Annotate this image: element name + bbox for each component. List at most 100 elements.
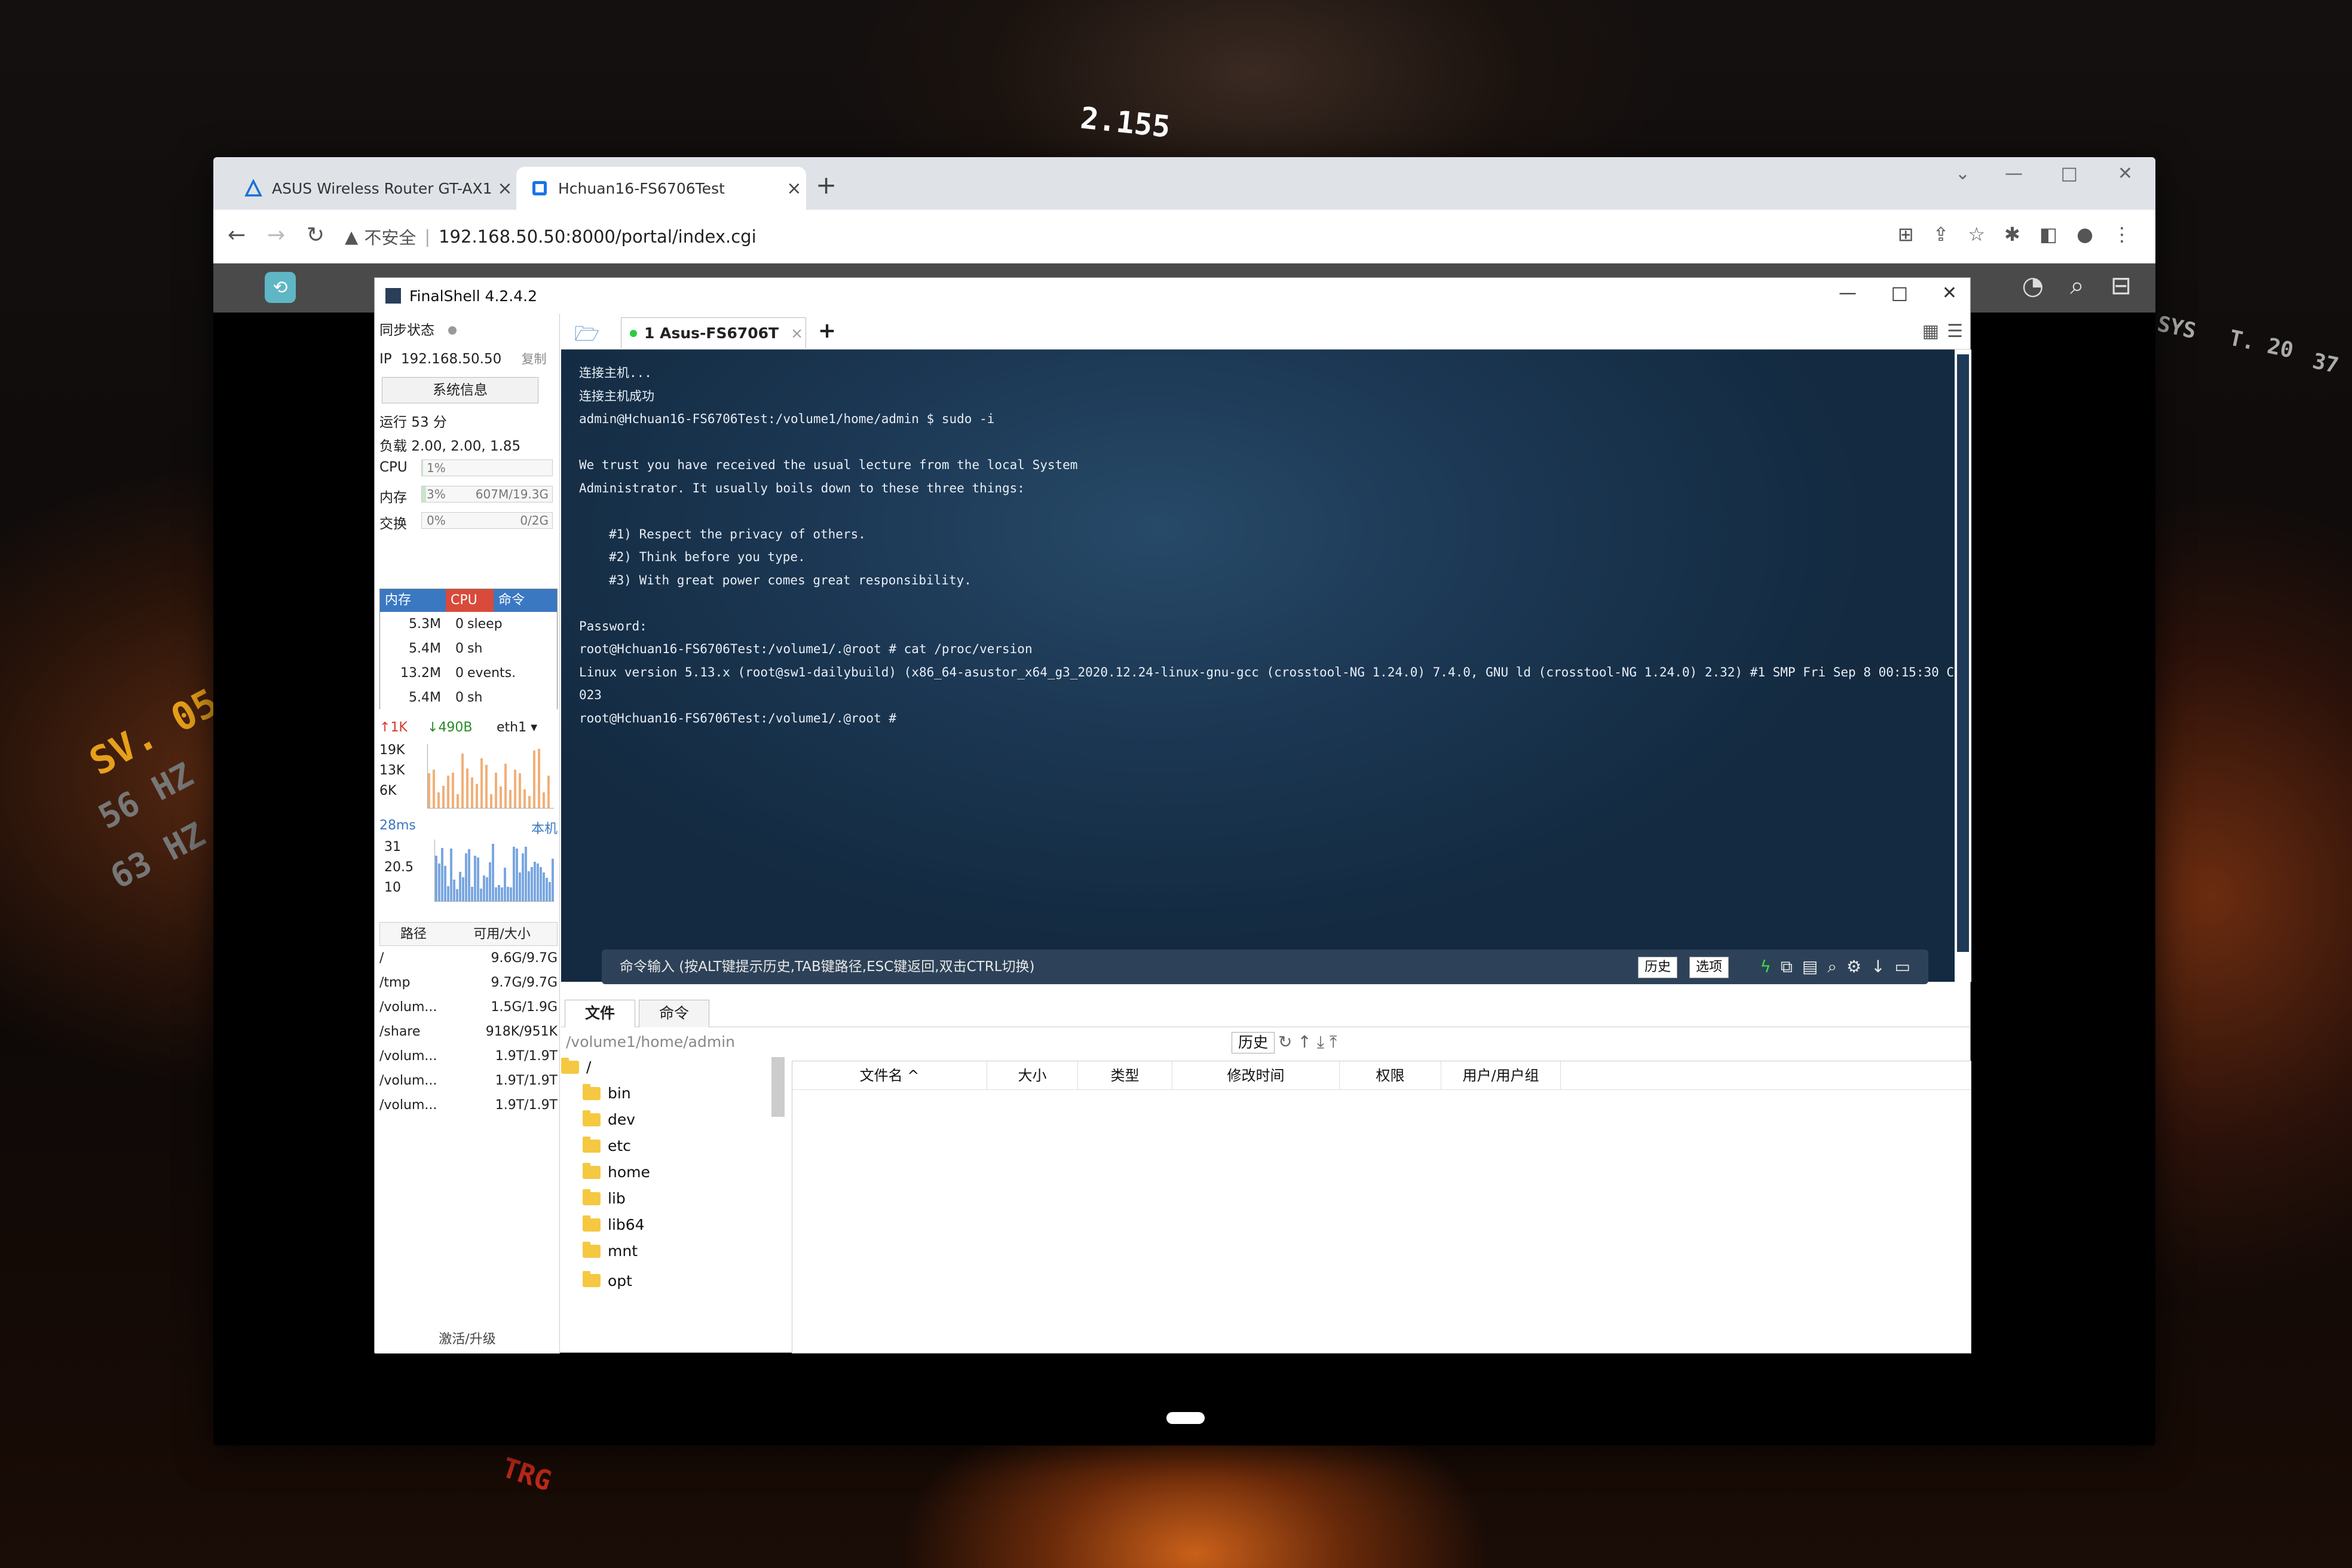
- upload-icon[interactable]: ⤒: [1330, 1032, 1337, 1052]
- history-button[interactable]: 历史: [1637, 957, 1677, 978]
- finalshell-titlebar: FinalShell 4.2.4.2 — □ ✕: [375, 278, 1970, 314]
- close-button[interactable]: ✕: [1942, 283, 1957, 304]
- tree-node[interactable]: dev: [583, 1110, 635, 1128]
- col-mem[interactable]: 内存: [380, 589, 446, 612]
- share-icon[interactable]: ⇪: [1933, 223, 1949, 246]
- tree-node[interactable]: etc: [583, 1136, 631, 1154]
- profile-avatar-icon[interactable]: ●: [2077, 223, 2093, 246]
- col-filename[interactable]: 文件名 ^: [792, 1061, 987, 1089]
- col-owner[interactable]: 用户/用户组: [1441, 1061, 1561, 1089]
- tree-node[interactable]: lib: [583, 1189, 626, 1207]
- col-type[interactable]: 类型: [1078, 1061, 1172, 1089]
- col-path[interactable]: 路径: [380, 923, 447, 945]
- back-icon[interactable]: ←: [228, 223, 246, 247]
- tree-node[interactable]: home: [583, 1162, 650, 1181]
- terminal-output[interactable]: 连接主机... 连接主机成功 admin@Hchuan16-FS6706Test:/…: [561, 350, 1955, 982]
- col-modified[interactable]: 修改时间: [1172, 1061, 1340, 1089]
- grid-view-icon[interactable]: ▦: [1922, 321, 1939, 342]
- paste-icon[interactable]: ▤: [1802, 950, 1818, 984]
- search-icon[interactable]: ⌕: [1827, 950, 1837, 984]
- table-row[interactable]: 5.4M 0 sh: [380, 685, 557, 710]
- col-size[interactable]: 可用/大小: [447, 923, 557, 945]
- up-dir-icon[interactable]: ↑: [1297, 1032, 1311, 1052]
- tab-asus-router[interactable]: ASUS Wireless Router GT-AX1 ×: [230, 167, 517, 210]
- dashboard-icon[interactable]: ◔: [2022, 271, 2044, 301]
- command-input[interactable]: 命令输入 (按ALT键提示历史,TAB键路径,ESC键返回,双击CTRL切换) …: [602, 950, 1928, 984]
- download-icon[interactable]: ↓: [1871, 950, 1885, 984]
- reload-icon[interactable]: ↻: [307, 223, 324, 247]
- terminal-scrollbar[interactable]: [1955, 350, 1971, 982]
- tree-node[interactable]: opt: [583, 1269, 632, 1293]
- lightning-icon[interactable]: ϟ: [1760, 950, 1771, 984]
- tree-node[interactable]: mnt: [583, 1241, 638, 1260]
- refresh-icon[interactable]: ↻: [1278, 1032, 1292, 1052]
- table-row[interactable]: 13.2M 0 events.: [380, 661, 557, 685]
- url-input[interactable]: ▲ 不安全 | 192.168.50.50:8000/portal/index.…: [345, 218, 1886, 255]
- minimize-button[interactable]: —: [1839, 283, 1857, 304]
- options-button[interactable]: 选项: [1689, 957, 1729, 978]
- tree-node[interactable]: bin: [583, 1083, 631, 1102]
- tab-portal[interactable]: Hchuan16-FS6706Test ×: [516, 167, 806, 210]
- swap-usage-bar: 0% 0/2G: [421, 512, 553, 529]
- add-session-button[interactable]: +: [818, 318, 836, 343]
- table-row[interactable]: /volum... 1.9T/1.9T: [379, 1044, 558, 1068]
- finalshell-window: FinalShell 4.2.4.2 — □ ✕ 同步状态 IP 192.168…: [374, 277, 1971, 1353]
- sidepanel-icon[interactable]: ◧: [2039, 223, 2057, 246]
- folder-open-icon[interactable]: 🗁: [574, 320, 599, 354]
- file-list[interactable]: 文件名 ^ 大小 类型 修改时间 权限 用户/用户组: [792, 1061, 1971, 1353]
- tab-commands[interactable]: 命令: [639, 1000, 709, 1027]
- col-size[interactable]: 大小: [987, 1061, 1078, 1089]
- table-row[interactable]: /tmp 9.7G/9.7G: [379, 970, 558, 995]
- list-menu-icon[interactable]: ☰: [1947, 321, 1963, 342]
- table-row[interactable]: /9.6G/9.7G: [379, 946, 558, 970]
- window-icon[interactable]: ▭: [1895, 950, 1910, 984]
- tab-search-icon[interactable]: ⌄: [1955, 163, 1970, 184]
- portal-logo-icon[interactable]: ⟲: [265, 272, 296, 303]
- search-icon[interactable]: ⌕: [2070, 271, 2084, 301]
- download-icon[interactable]: ⤓: [1317, 1032, 1324, 1052]
- table-row[interactable]: /volum... 1.9T/1.9T: [379, 1093, 558, 1117]
- table-row[interactable]: 5.3M 0 sleep: [380, 612, 557, 636]
- close-icon[interactable]: ×: [791, 324, 803, 342]
- tree-node[interactable]: lib64: [583, 1215, 645, 1233]
- col-permissions[interactable]: 权限: [1340, 1061, 1441, 1089]
- maximize-button[interactable]: □: [2061, 163, 2078, 184]
- settings-icon[interactable]: ⊟: [2111, 271, 2132, 301]
- close-icon[interactable]: ×: [493, 178, 517, 199]
- file-history-button[interactable]: 历史: [1232, 1032, 1275, 1054]
- session-tab[interactable]: 1 Asus-FS6706T ×: [621, 317, 806, 348]
- network-monitor: ↑1K ↓490B eth1 ▾ 19K 13K 6K 28ms 本机 31 2…: [379, 720, 558, 902]
- copy-ip-button[interactable]: 复制: [522, 352, 547, 366]
- gear-icon[interactable]: ⚙: [1846, 950, 1861, 984]
- menu-kebab-icon[interactable]: ⋮: [2112, 223, 2132, 246]
- graph-bar: [534, 861, 536, 901]
- tree-scrollbar[interactable]: [771, 1057, 785, 1117]
- tree-node[interactable]: /: [561, 1057, 591, 1076]
- close-button[interactable]: ✕: [2118, 163, 2133, 184]
- table-row[interactable]: /volum... 1.9T/1.9T: [379, 1068, 558, 1093]
- col-cmd[interactable]: 命令: [494, 589, 557, 612]
- forward-icon[interactable]: →: [267, 223, 285, 247]
- interface-select[interactable]: eth1 ▾: [497, 720, 537, 735]
- terminal-line: #1) Respect the privacy of others.: [609, 526, 866, 541]
- bookmark-star-icon[interactable]: ☆: [1968, 223, 1985, 246]
- translate-icon[interactable]: ⊞: [1898, 223, 1914, 246]
- table-row[interactable]: /volum... 1.5G/1.9G: [379, 995, 558, 1019]
- maximize-button[interactable]: □: [1891, 283, 1908, 304]
- activate-upgrade-link[interactable]: 激活/升级: [375, 1328, 560, 1348]
- copy-icon[interactable]: ⧉: [1781, 950, 1793, 984]
- minimize-button[interactable]: —: [2005, 163, 2023, 184]
- system-sidebar: 同步状态 IP 192.168.50.50 复制 系统信息 运行 53 分 负载…: [375, 314, 560, 1353]
- dock-handle[interactable]: [1166, 1412, 1205, 1424]
- graph-bar: [514, 769, 516, 808]
- col-cpu[interactable]: CPU: [446, 589, 494, 612]
- new-tab-button[interactable]: +: [816, 170, 837, 200]
- file-path-input[interactable]: /volume1/home/admin: [566, 1027, 735, 1057]
- close-icon[interactable]: ×: [782, 178, 806, 199]
- table-row[interactable]: /share 918K/951K: [379, 1019, 558, 1044]
- table-row[interactable]: 5.4M 0 sh: [380, 636, 557, 661]
- system-info-button[interactable]: 系统信息: [382, 377, 538, 403]
- tab-files[interactable]: 文件: [565, 1000, 635, 1027]
- extensions-icon[interactable]: ✱: [2004, 223, 2020, 246]
